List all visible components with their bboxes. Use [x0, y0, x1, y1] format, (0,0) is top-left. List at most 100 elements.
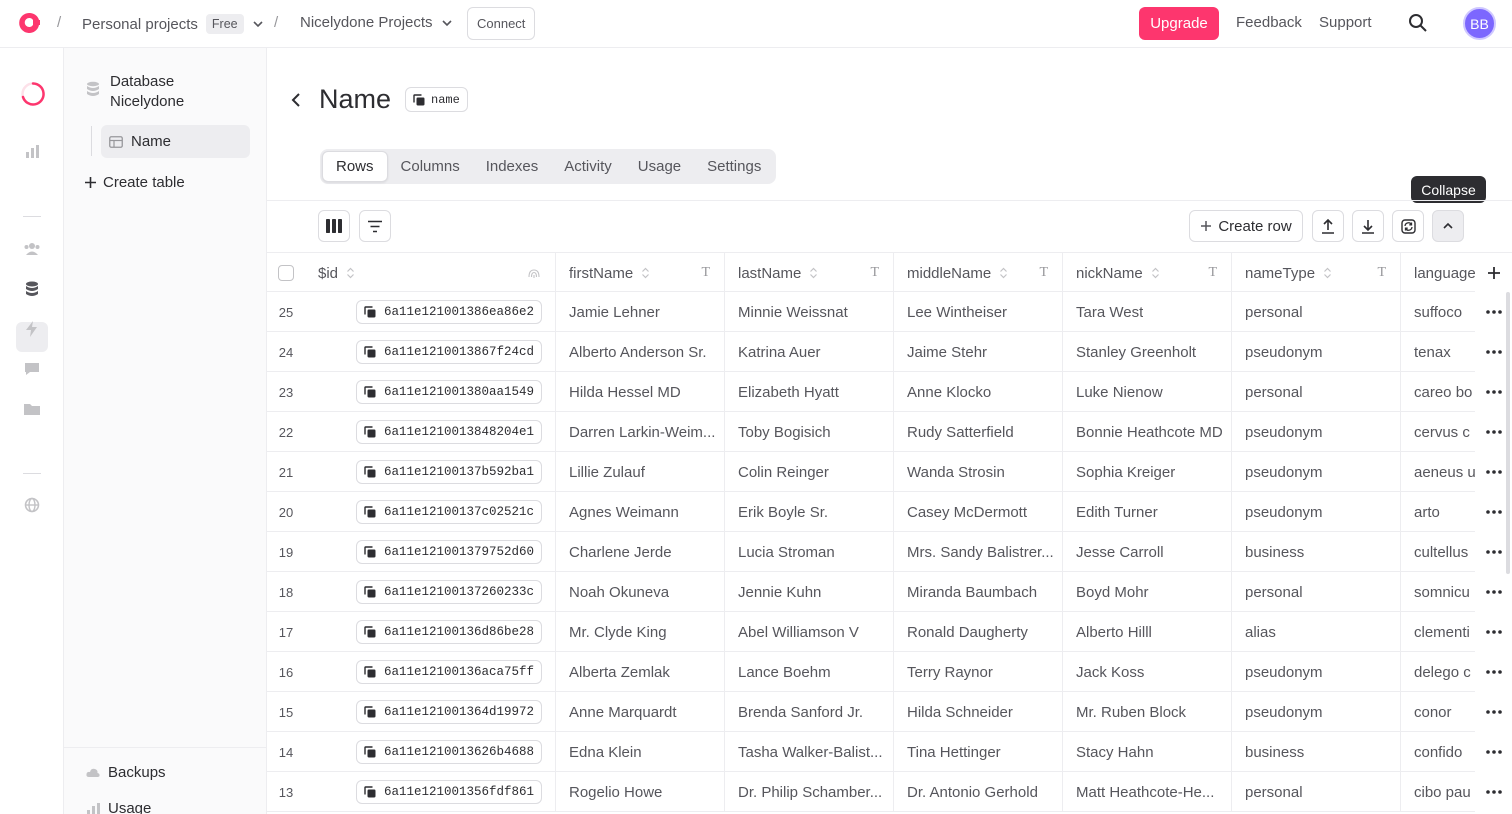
sidebar-item-backups[interactable]: Backups	[86, 764, 166, 781]
cell-nickname[interactable]: Boyd Mohr	[1063, 572, 1232, 612]
column-header-lastname[interactable]: lastName T	[725, 253, 894, 293]
cell-language[interactable]: somnicu	[1401, 572, 1475, 612]
cell-lastname[interactable]: Colin Reinger	[725, 452, 894, 492]
cell-firstname[interactable]: Rogelio Howe	[556, 772, 725, 812]
cell-language[interactable]: confido	[1401, 732, 1475, 772]
cell-middlename[interactable]: Jaime Stehr	[894, 332, 1063, 372]
row-actions-button[interactable]	[1475, 732, 1512, 772]
cell-lastname[interactable]: Toby Bogisich	[725, 412, 894, 452]
cell-firstname[interactable]: Darren Larkin-Weim...	[556, 412, 725, 452]
sidebar-item-usage[interactable]: Usage	[86, 800, 151, 814]
cell-nickname[interactable]: Matt Heathcote-He...	[1063, 772, 1232, 812]
tab-settings[interactable]: Settings	[694, 151, 774, 182]
table-scrollbar[interactable]	[1506, 292, 1510, 574]
cell-lastname[interactable]: Erik Boyle Sr.	[725, 492, 894, 532]
cell-language[interactable]: cultellus	[1401, 532, 1475, 572]
cell-firstname[interactable]: Agnes Weimann	[556, 492, 725, 532]
cell-language[interactable]: cibo pau	[1401, 772, 1475, 812]
column-header-language[interactable]: language	[1401, 253, 1476, 293]
cell-nametype[interactable]: pseudonym	[1232, 692, 1401, 732]
cell-nickname[interactable]: Edith Turner	[1063, 492, 1232, 532]
table-row[interactable]: 22 6a11e1210013848204e1 Darren Larkin-We…	[267, 412, 1512, 452]
functions-bolt-icon[interactable]	[22, 319, 42, 339]
auth-users-icon[interactable]	[22, 239, 42, 259]
filter-button[interactable]	[359, 210, 391, 242]
column-header-id[interactable]: $id	[305, 253, 556, 293]
sort-icon[interactable]	[641, 267, 650, 279]
cell-middlename[interactable]: Anne Klocko	[894, 372, 1063, 412]
table-row[interactable]: 13 6a11e121001356fdf861 Rogelio Howe Dr.…	[267, 772, 1512, 812]
search-icon[interactable]	[1408, 13, 1428, 33]
sort-icon[interactable]	[1151, 267, 1160, 279]
cell-middlename[interactable]: Miranda Baumbach	[894, 572, 1063, 612]
table-row[interactable]: 17 6a11e12100136d86be28 Mr. Clyde King A…	[267, 612, 1512, 652]
cell-nickname[interactable]: Alberto Hilll	[1063, 612, 1232, 652]
cell-nickname[interactable]: Jack Koss	[1063, 652, 1232, 692]
cell-lastname[interactable]: Lance Boehm	[725, 652, 894, 692]
refresh-button[interactable]	[1392, 210, 1424, 242]
cell-nametype[interactable]: personal	[1232, 572, 1401, 612]
cell-nametype[interactable]: pseudonym	[1232, 412, 1401, 452]
column-header-middlename[interactable]: middleName T	[894, 253, 1063, 293]
cell-nametype[interactable]: pseudonym	[1232, 452, 1401, 492]
cell-firstname[interactable]: Noah Okuneva	[556, 572, 725, 612]
table-row[interactable]: 16 6a11e12100136aca75ff Alberta Zemlak L…	[267, 652, 1512, 692]
sort-icon[interactable]	[999, 267, 1008, 279]
storage-folder-icon[interactable]	[22, 399, 42, 419]
cell-lastname[interactable]: Katrina Auer	[725, 332, 894, 372]
cell-middlename[interactable]: Terry Raynor	[894, 652, 1063, 692]
cell-firstname[interactable]: Mr. Clyde King	[556, 612, 725, 652]
tab-usage[interactable]: Usage	[625, 151, 694, 182]
cell-nametype[interactable]: personal	[1232, 772, 1401, 812]
cell-nickname[interactable]: Tara West	[1063, 292, 1232, 332]
table-row[interactable]: 24 6a11e1210013867f24cd Alberto Anderson…	[267, 332, 1512, 372]
column-header-nametype[interactable]: nameType T	[1232, 253, 1401, 293]
cell-lastname[interactable]: Minnie Weissnat	[725, 292, 894, 332]
cell-lastname[interactable]: Tasha Walker-Balist...	[725, 732, 894, 772]
cell-nickname[interactable]: Stanley Greenholt	[1063, 332, 1232, 372]
row-actions-button[interactable]	[1475, 652, 1512, 692]
cell-middlename[interactable]: Ronald Daugherty	[894, 612, 1063, 652]
feedback-link[interactable]: Feedback	[1236, 14, 1302, 31]
row-id-copy-chip[interactable]: 6a11e12100136d86be28	[356, 620, 543, 644]
table-row[interactable]: 25 6a11e121001386ea86e2 Jamie Lehner Min…	[267, 292, 1512, 332]
cell-lastname[interactable]: Jennie Kuhn	[725, 572, 894, 612]
support-link[interactable]: Support	[1319, 14, 1372, 31]
upgrade-button[interactable]: Upgrade	[1139, 7, 1219, 40]
cell-language[interactable]: clementi	[1401, 612, 1475, 652]
cell-firstname[interactable]: Anne Marquardt	[556, 692, 725, 732]
row-id-copy-chip[interactable]: 6a11e12100137260233c	[356, 580, 543, 604]
cell-lastname[interactable]: Elizabeth Hyatt	[725, 372, 894, 412]
cell-language[interactable]: aeneus u	[1401, 452, 1475, 492]
cell-nametype[interactable]: pseudonym	[1232, 652, 1401, 692]
messaging-icon[interactable]	[22, 359, 42, 379]
globe-icon[interactable]	[22, 495, 42, 515]
project-selector[interactable]: Nicelydone Projects	[300, 14, 453, 31]
cell-firstname[interactable]: Charlene Jerde	[556, 532, 725, 572]
cell-middlename[interactable]: Rudy Satterfield	[894, 412, 1063, 452]
cell-nametype[interactable]: personal	[1232, 372, 1401, 412]
cell-nickname[interactable]: Mr. Ruben Block	[1063, 692, 1232, 732]
sort-icon[interactable]	[1323, 267, 1332, 279]
row-id-copy-chip[interactable]: 6a11e121001379752d60	[356, 540, 543, 564]
appwrite-logo-icon[interactable]	[16, 10, 42, 36]
cell-language[interactable]: arto	[1401, 492, 1475, 532]
cell-firstname[interactable]: Jamie Lehner	[556, 292, 725, 332]
cell-nametype[interactable]: pseudonym	[1232, 492, 1401, 532]
cell-language[interactable]: cervus c	[1401, 412, 1475, 452]
add-column-button[interactable]	[1475, 253, 1512, 293]
cell-nametype[interactable]: business	[1232, 732, 1401, 772]
table-row[interactable]: 21 6a11e12100137b592ba1 Lillie Zulauf Co…	[267, 452, 1512, 492]
connect-button[interactable]: Connect	[467, 7, 536, 40]
row-actions-button[interactable]	[1475, 612, 1512, 652]
cell-middlename[interactable]: Wanda Strosin	[894, 452, 1063, 492]
cell-middlename[interactable]: Casey McDermott	[894, 492, 1063, 532]
cell-middlename[interactable]: Hilda Schneider	[894, 692, 1063, 732]
table-row[interactable]: 14 6a11e1210013626b4688 Edna Klein Tasha…	[267, 732, 1512, 772]
row-id-copy-chip[interactable]: 6a11e121001364d19972	[356, 700, 543, 724]
row-id-copy-chip[interactable]: 6a11e121001356fdf861	[356, 780, 543, 804]
cell-firstname[interactable]: Edna Klein	[556, 732, 725, 772]
cell-language[interactable]: conor	[1401, 692, 1475, 732]
cell-language[interactable]: careo bo	[1401, 372, 1475, 412]
cell-lastname[interactable]: Lucia Stroman	[725, 532, 894, 572]
